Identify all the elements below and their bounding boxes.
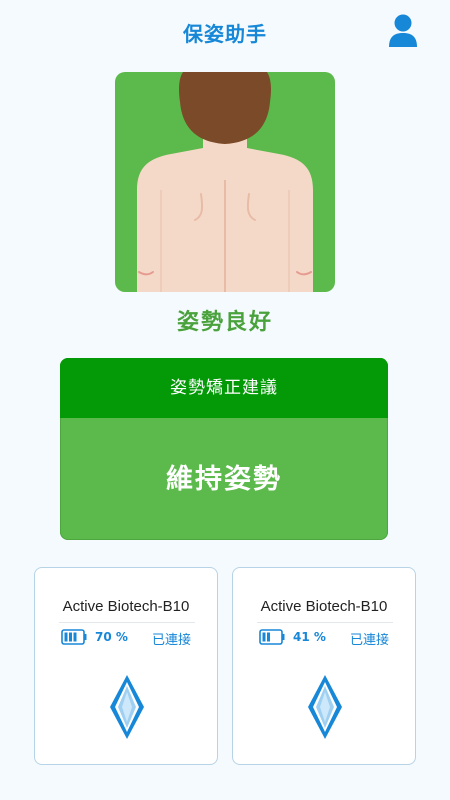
divider [257,622,393,623]
device-name: Active Biotech-B10 [260,598,388,615]
posture-status: 姿勢良好 [176,310,273,335]
battery-icon [61,629,87,645]
advice-suggestion: 維持姿勢 [166,464,282,495]
device-card[interactable]: Active Biotech-B10 70 % 已連接 [34,567,218,765]
battery-icon [259,629,285,645]
diamond-sensor-icon [110,675,144,739]
diamond-sensor-icon [308,675,342,739]
app-title: 保姿助手 [183,22,267,46]
posture-illustration [115,72,335,292]
device-name: Active Biotech-B10 [62,598,190,615]
app-header: 保姿助手 [0,0,450,64]
advice-header: 姿勢矯正建議 [60,358,388,418]
battery-percent: 41 % [293,630,326,644]
connection-status: 已連接 [151,633,191,648]
divider [59,622,195,623]
user-profile-icon[interactable] [389,14,417,48]
device-card[interactable]: Active Biotech-B10 41 % 已連接 [232,567,416,765]
battery-percent: 70 % [95,630,128,644]
posture-advice-card: 姿勢矯正建議 維持姿勢 [60,358,388,540]
back-posture-illustration [137,72,313,292]
connection-status: 已連接 [349,633,389,648]
